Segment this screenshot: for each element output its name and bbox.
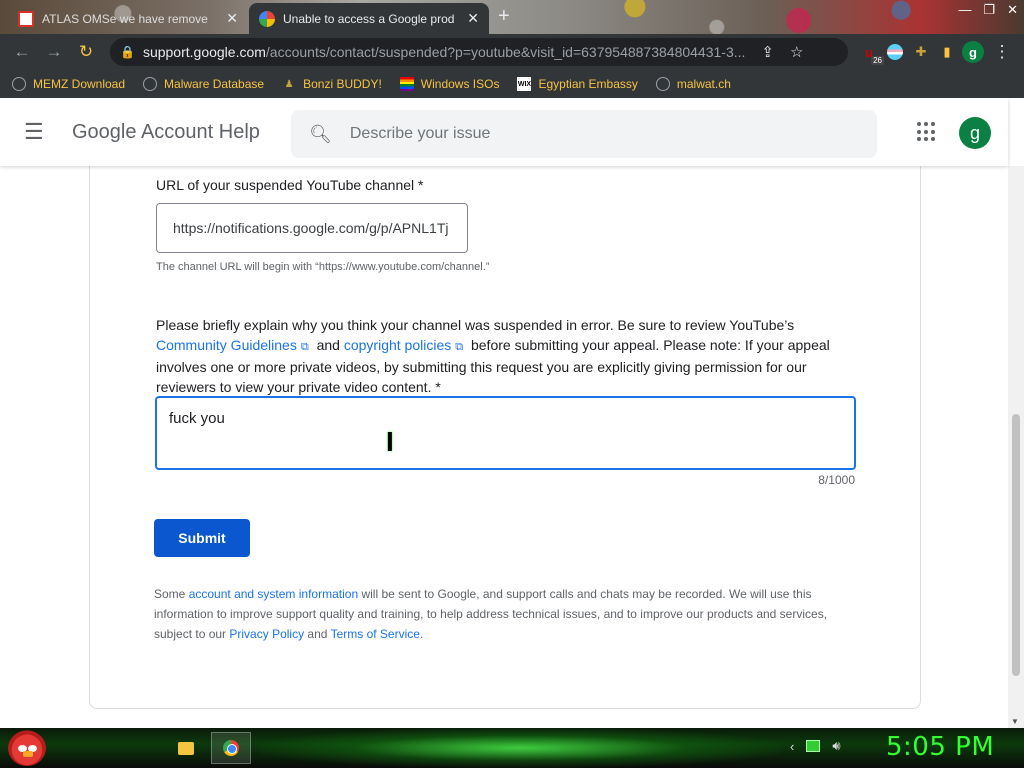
gmail-icon <box>18 10 34 27</box>
google-icon <box>259 10 275 27</box>
privacy-policy-link[interactable]: Privacy Policy <box>229 627 304 641</box>
disclaimer-text: and <box>307 627 328 641</box>
scroll-down-arrow-icon[interactable]: ▼ <box>1011 717 1019 726</box>
url-path: /accounts/contact/suspended?p=youtube&vi… <box>265 44 746 60</box>
bookmark-label: Egyptian Embassy <box>538 77 638 91</box>
explanation-intro: Please briefly explain why you think you… <box>156 317 795 333</box>
star-icon[interactable]: ☆ <box>790 43 803 61</box>
and-text: and <box>316 337 340 353</box>
terms-of-service-link[interactable]: Terms of Service <box>331 627 420 641</box>
taskbar-chrome[interactable] <box>211 732 251 764</box>
close-icon[interactable]: ✕ <box>226 10 238 27</box>
network-icon[interactable] <box>806 740 821 752</box>
bookmark-memz[interactable]: MEMZ Download <box>12 77 125 91</box>
bookmark-label: Windows ISOs <box>420 77 500 91</box>
page-title[interactable]: Google Account Help <box>72 121 272 144</box>
copyright-policies-link[interactable]: copyright policies <box>344 337 451 353</box>
back-arrow-icon[interactable]: ← <box>8 38 36 66</box>
globe-icon <box>655 77 670 91</box>
minimize-icon[interactable]: — <box>958 2 971 18</box>
search-box[interactable]: 🔍︎ <box>291 110 877 158</box>
scrollbar-thumb[interactable] <box>1012 414 1020 676</box>
channel-url-input[interactable] <box>156 203 468 253</box>
ublock-extension-icon[interactable]: u 26 <box>858 41 884 65</box>
bonzi-icon: ♟ <box>284 78 294 90</box>
app-header: ☰ Google Account Help 🔍︎ g <box>0 98 1008 166</box>
external-link-icon: ⧉ <box>455 341 464 353</box>
search-icon[interactable]: 🔍︎ <box>309 124 332 145</box>
submit-button[interactable]: Submit <box>154 519 250 557</box>
side-panel-icon[interactable]: ▮ <box>936 41 958 63</box>
explanation-label: Please briefly explain why you think you… <box>156 315 866 397</box>
page-scrollbar[interactable]: ▼ <box>1008 166 1024 728</box>
chrome-icon <box>223 740 239 756</box>
tab-atlas[interactable]: ATLAS OMSe we have remove ✕ <box>8 3 248 34</box>
bookmark-label: malwat.ch <box>676 77 731 91</box>
disclaimer-text: . <box>419 627 424 641</box>
bookmark-malware-database[interactable]: Malware Database <box>143 77 264 91</box>
community-guidelines-link[interactable]: Community Guidelines <box>156 337 297 353</box>
extension-badge: 26 <box>871 56 884 65</box>
bookmark-label: Bonzi BUDDY! <box>303 77 382 91</box>
rainbow-flag-icon <box>399 77 414 91</box>
close-window-icon[interactable]: ✕ <box>1007 2 1018 18</box>
system-tray: ‹ 🔊︎ <box>790 738 841 754</box>
taskbar-glow <box>260 728 780 768</box>
explanation-textarea[interactable] <box>155 396 856 470</box>
close-icon[interactable]: ✕ <box>467 10 479 27</box>
character-counter: 8/1000 <box>818 473 855 487</box>
account-avatar[interactable]: g <box>959 117 991 149</box>
lock-icon: 🔒 <box>120 45 135 59</box>
flag-extension-icon[interactable] <box>884 41 906 63</box>
bookmark-bonzi[interactable]: ♟ Bonzi BUDDY! <box>282 77 382 91</box>
taskbar-file-explorer[interactable] <box>166 732 206 764</box>
share-icon[interactable]: ⇪ <box>761 43 774 61</box>
bookmark-egyptian-embassy[interactable]: WIX Egyptian Embassy <box>517 77 638 91</box>
bookmark-windows-isos[interactable]: Windows ISOs <box>399 77 500 91</box>
globe-icon <box>143 77 158 91</box>
bookmarks-bar: MEMZ Download Malware Database ♟ Bonzi B… <box>0 70 1024 98</box>
angry-bird-start-button[interactable] <box>8 730 46 766</box>
bookmark-malwatch[interactable]: malwat.ch <box>655 77 731 91</box>
restore-icon[interactable]: ❐ <box>983 2 995 18</box>
page-content: ☰ Google Account Help 🔍︎ g URL of your s… <box>0 98 1024 728</box>
tab-title: Unable to access a Google prod <box>283 11 455 26</box>
volume-icon[interactable]: 🔊︎ <box>832 738 840 754</box>
window-controls: — ❐ ✕ <box>958 2 1018 18</box>
more-menu-icon[interactable]: ⋮ <box>988 38 1016 66</box>
forward-arrow-icon[interactable]: → <box>40 38 68 66</box>
channel-url-hint: The channel URL will begin with “https:/… <box>156 261 490 273</box>
bird-beak <box>23 751 33 757</box>
new-tab-button[interactable]: + <box>498 5 510 28</box>
taskbar-clock[interactable]: 5:05 PM <box>886 732 994 762</box>
apps-grid-icon[interactable] <box>917 122 937 142</box>
disclaimer-text: Some <box>154 587 186 601</box>
profile-avatar[interactable]: g <box>962 41 984 63</box>
browser-toolbar: ← → ↻ 🔒 support.google.com/accounts/cont… <box>0 34 1024 70</box>
search-input[interactable] <box>349 125 830 143</box>
tab-title: ATLAS OMSe we have remove <box>42 11 208 26</box>
bookmark-label: MEMZ Download <box>33 77 126 91</box>
privacy-disclaimer: Some account and system information will… <box>154 584 864 644</box>
account-info-link[interactable]: account and system information <box>189 587 358 601</box>
url-host: support.google.com <box>142 44 266 60</box>
text-cursor-icon: I <box>386 426 394 457</box>
globe-icon <box>12 77 26 91</box>
external-link-icon: ⧉ <box>300 341 309 353</box>
folder-icon <box>178 741 194 755</box>
tab-google-help[interactable]: Unable to access a Google prod ✕ <box>249 3 489 34</box>
address-bar[interactable]: 🔒 support.google.com/accounts/contact/su… <box>110 38 848 66</box>
channel-url-label: URL of your suspended YouTube channel * <box>156 177 424 193</box>
taskbar: ‹ 🔊︎ 5:05 PM <box>0 728 1024 768</box>
tray-arrow-icon[interactable]: ‹ <box>790 739 794 754</box>
wix-icon: WIX <box>517 77 532 91</box>
tab-strip: ATLAS OMSe we have remove ✕ Unable to ac… <box>0 0 1024 34</box>
hamburger-menu-icon[interactable]: ☰ <box>24 119 48 145</box>
reload-icon[interactable]: ↻ <box>72 38 100 66</box>
bookmark-label: Malware Database <box>164 77 265 91</box>
appeal-form: URL of your suspended YouTube channel * … <box>89 138 921 709</box>
puzzle-extensions-icon[interactable]: ✚ <box>910 41 932 63</box>
